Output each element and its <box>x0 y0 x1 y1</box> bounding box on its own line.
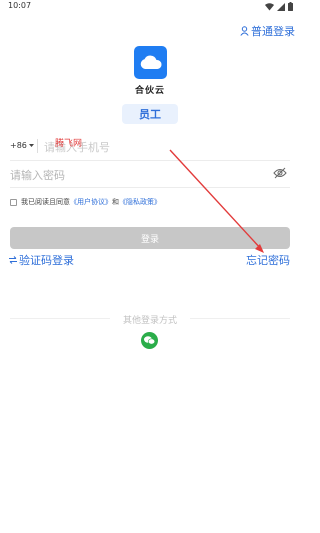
user-icon <box>240 26 249 36</box>
app-logo <box>134 46 167 79</box>
normal-login-label: 普通登录 <box>251 25 295 38</box>
user-agreement-link[interactable]: 《用户协议》 <box>70 198 112 206</box>
other-login-label: 其他登录方式 <box>122 316 177 326</box>
role-badge[interactable]: 员工 <box>122 104 178 124</box>
country-code-selector[interactable]: +86 <box>10 141 34 150</box>
cloud-icon <box>140 55 162 69</box>
forgot-password-link[interactable]: 忘记密码 <box>246 252 290 268</box>
normal-login-link[interactable]: 普通登录 <box>240 23 295 39</box>
agreement-checkbox[interactable] <box>10 198 17 206</box>
wechat-icon <box>144 336 155 345</box>
agreement-row: 我已阅读且同意《用户协议》和《隐私政策》 <box>10 197 161 207</box>
login-button[interactable]: 登录 <box>10 227 290 249</box>
status-time: 10:07 <box>8 1 32 10</box>
agreement-prefix: 我已阅读且同意 <box>21 198 70 206</box>
eye-off-icon[interactable] <box>273 167 287 179</box>
password-input[interactable] <box>10 165 260 185</box>
agreement-and: 和 <box>112 198 119 206</box>
signal-icon <box>277 2 285 11</box>
privacy-policy-link[interactable]: 《隐私政策》 <box>119 198 161 206</box>
field-divider <box>37 139 38 153</box>
phone-underline <box>10 160 290 161</box>
caret-down-icon <box>28 144 34 147</box>
swap-icon <box>9 256 17 264</box>
wechat-login-button[interactable] <box>141 332 158 349</box>
app-name: 合伙云 <box>134 86 165 96</box>
password-underline <box>10 187 290 188</box>
status-icons <box>265 2 293 11</box>
wifi-icon <box>265 2 274 11</box>
country-code-value: +86 <box>10 141 27 150</box>
watermark-text: 腾飞网 <box>55 139 83 149</box>
sms-login-label: 验证码登录 <box>19 254 74 267</box>
sms-login-link[interactable]: 验证码登录 <box>9 252 74 268</box>
battery-icon <box>288 2 293 11</box>
